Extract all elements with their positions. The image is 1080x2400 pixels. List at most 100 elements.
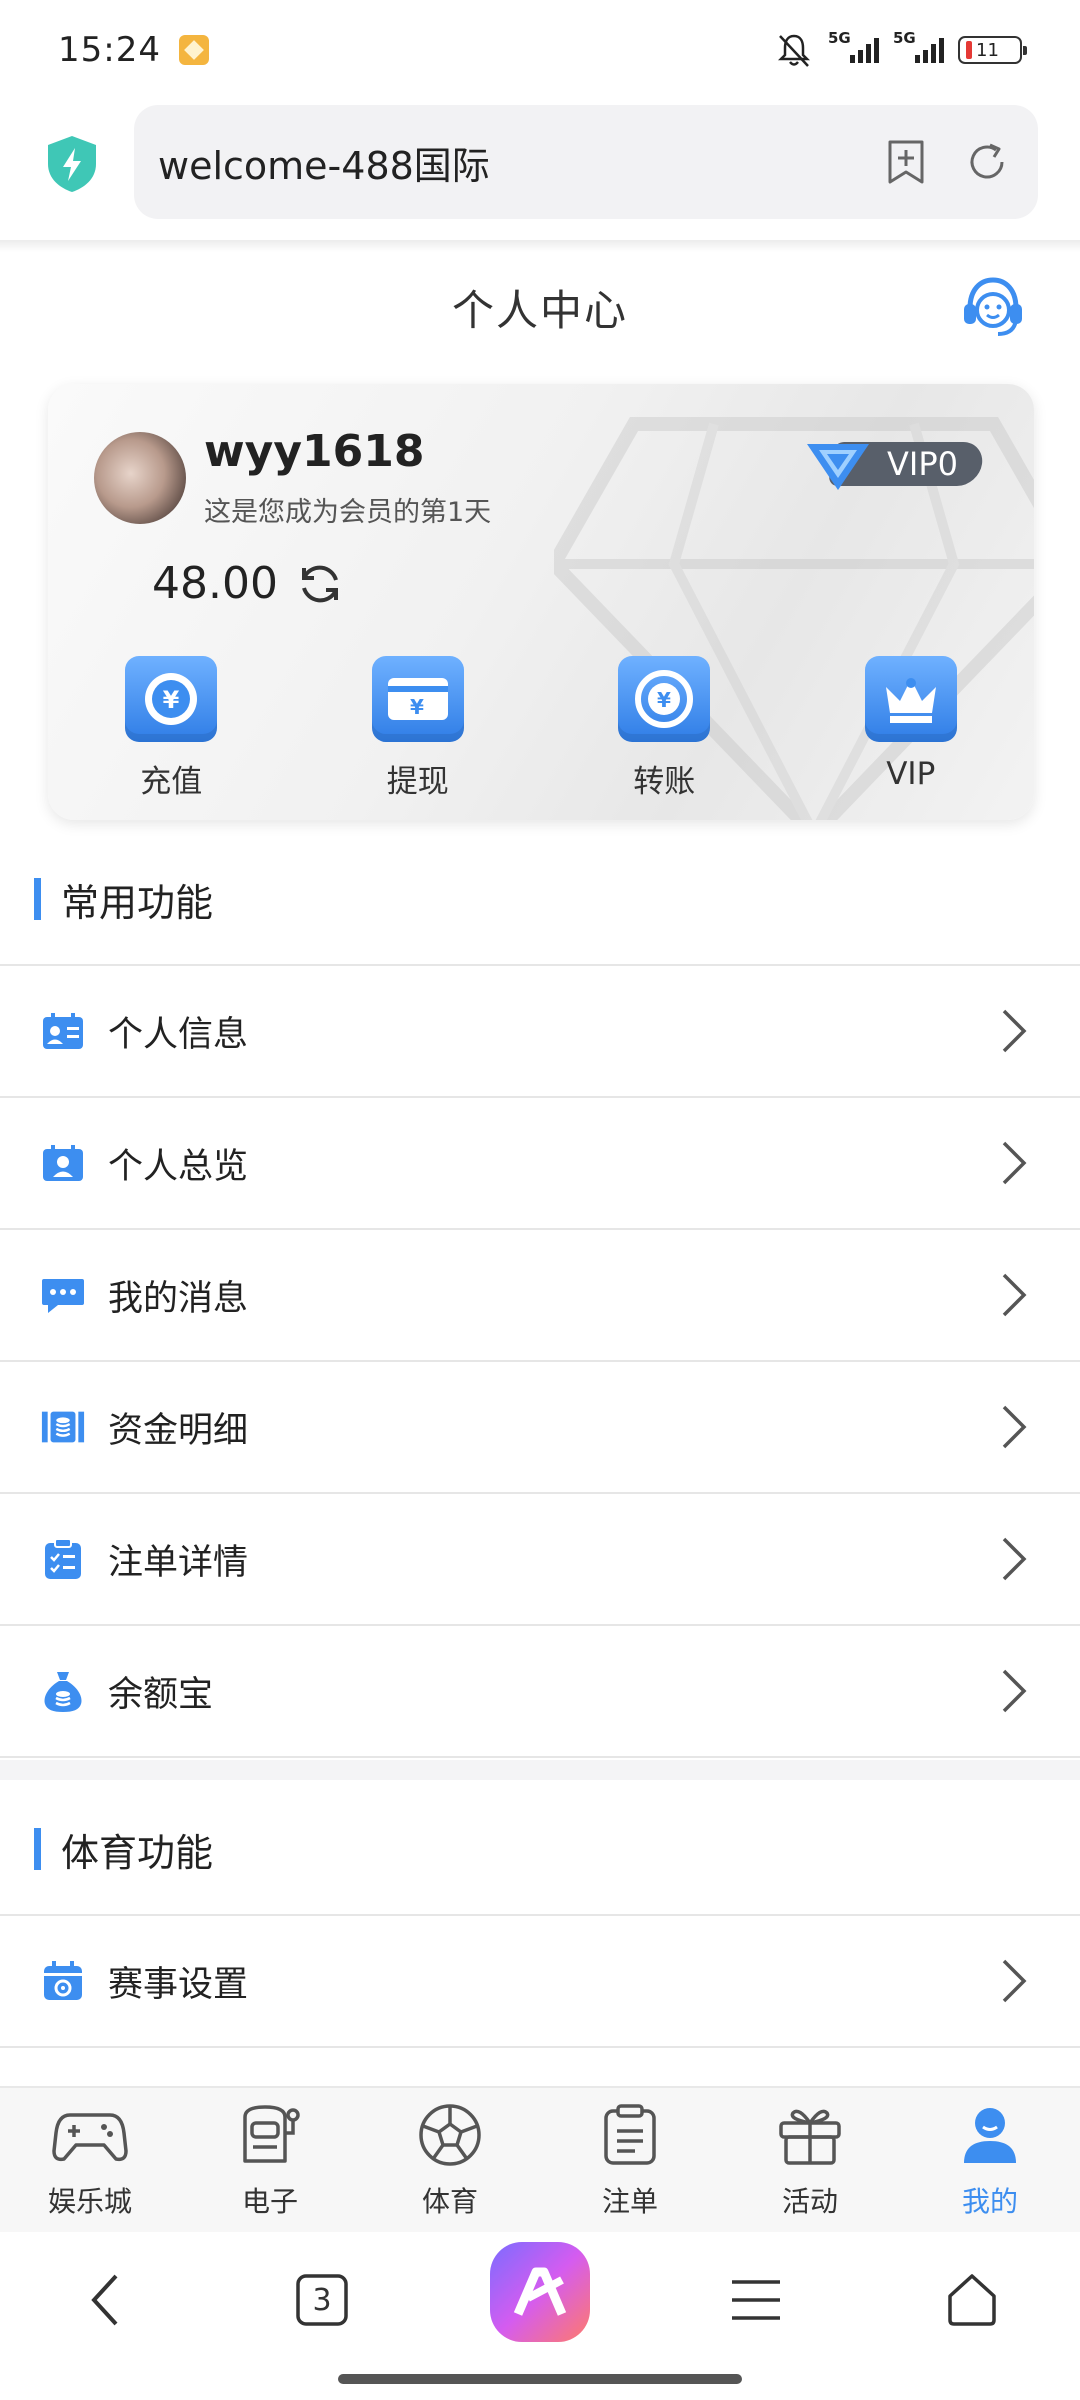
calendar-gear-icon (44, 1961, 82, 2000)
balance-row: 48.00 (152, 558, 344, 609)
tab-label: 体育 (421, 2185, 478, 2218)
back-button[interactable] (56, 2260, 156, 2340)
avatar[interactable] (94, 432, 186, 524)
section-header-sports: 体育功能 (0, 1784, 1080, 1916)
section-accent-bar (34, 878, 41, 920)
home-button[interactable] (922, 2260, 1022, 2340)
tabs-button[interactable]: 3 (272, 2260, 372, 2340)
transfer-label: 转账 (633, 764, 696, 800)
section-title: 常用功能 (61, 880, 214, 925)
menu-label: 资金明细 (108, 1410, 249, 1451)
section-header-common: 常用功能 (0, 834, 1080, 966)
recharge-icon: ¥ (145, 673, 198, 725)
transfer-button[interactable]: ¥ 转账 (541, 656, 788, 801)
svg-text:¥: ¥ (163, 686, 180, 714)
menu-label: 个人总览 (108, 1146, 249, 1187)
home-icon (948, 2274, 996, 2326)
vip-level: VIP0 (887, 445, 958, 483)
profile-overview-icon (43, 1145, 83, 1181)
hamburger-menu-icon (732, 2280, 780, 2320)
tab-count: 3 (312, 2282, 332, 2318)
battery-level: 11 (976, 39, 999, 61)
divider (0, 240, 1080, 252)
member-card: wyy1618 这是您成为会员的第1天 VIP0 48.00 ¥ 充值 ¥ 提现… (48, 384, 1034, 820)
section-accent-bar (34, 1828, 41, 1870)
svg-text:¥: ¥ (410, 695, 424, 719)
tab-sports[interactable]: 体育 (360, 2088, 540, 2232)
refresh-icon[interactable] (964, 139, 1010, 185)
section-divider (0, 1760, 1080, 1780)
menu-label: 赛事设置 (108, 1964, 249, 2005)
status-bar: 15:24 5G 5G 11 (0, 0, 1080, 100)
battery-icon: 11 (958, 36, 1027, 64)
vip-label: VIP (886, 756, 936, 792)
withdraw-icon: ¥ (387, 678, 448, 720)
signal-label: 5G (893, 29, 916, 47)
section-title: 体育功能 (61, 1830, 214, 1875)
system-navigation-bar: 3 (0, 2232, 1080, 2400)
menu-item-personal-overview[interactable]: 个人总览 (0, 1098, 1080, 1230)
bottom-tab-bar: 娱乐城 电子 体育 注单 活动 我的 (0, 2086, 1080, 2232)
menu-item-event-settings[interactable]: 赛事设置 (0, 1916, 1080, 2048)
menu-item-bet-details[interactable]: 注单详情 (0, 1494, 1080, 1626)
menu-item-funds-details[interactable]: 资金明细 (0, 1362, 1080, 1494)
withdraw-label: 提现 (386, 764, 449, 800)
tab-activities[interactable]: 活动 (720, 2088, 900, 2232)
gift-icon (779, 2109, 841, 2165)
funds-icon (41, 1411, 85, 1443)
customer-service-icon[interactable] (958, 272, 1028, 342)
clipboard-list-icon (45, 1538, 81, 1579)
browser-ai-button[interactable] (488, 2240, 592, 2344)
tab-mine[interactable]: 我的 (900, 2088, 1080, 2232)
tab-electronic[interactable]: 电子 (180, 2088, 360, 2232)
username: wyy1618 (204, 426, 425, 477)
tab-label: 我的 (961, 2185, 1018, 2218)
browser-toolbar: welcome-488国际 (0, 100, 1080, 240)
recharge-button[interactable]: ¥ 充值 (48, 656, 295, 801)
menu-label: 我的消息 (108, 1278, 249, 1319)
card-actions: ¥ 充值 ¥ 提现 ¥ 转账 VIP (48, 656, 1034, 801)
refresh-balance-icon[interactable] (296, 560, 344, 608)
tab-casino[interactable]: 娱乐城 (0, 2088, 180, 2232)
mute-icon (777, 34, 811, 67)
url-text[interactable]: welcome-488国际 (158, 135, 490, 190)
chevron-right-icon (1002, 1273, 1027, 1317)
chevron-right-icon (1002, 1405, 1027, 1449)
tab-label: 娱乐城 (47, 2185, 132, 2218)
message-icon (42, 1279, 84, 1313)
status-time: 15:24 (58, 30, 161, 70)
menu-label: 注单详情 (108, 1542, 249, 1583)
menu-item-yuebao[interactable]: 余额宝 (0, 1626, 1080, 1758)
page-title: 个人中心 (451, 285, 628, 335)
gamepad-icon (52, 2113, 128, 2162)
home-indicator[interactable] (338, 2374, 742, 2384)
id-card-icon (43, 1013, 83, 1049)
transfer-icon: ¥ (635, 670, 694, 728)
chevron-right-icon (1002, 1959, 1027, 2003)
tab-bets[interactable]: 注单 (540, 2088, 720, 2232)
menu-item-personal-info[interactable]: 个人信息 (0, 966, 1080, 1098)
slot-machine-icon (243, 2105, 300, 2163)
status-indicators: 5G 5G 11 (774, 29, 1027, 70)
tab-label: 电子 (241, 2185, 298, 2218)
crown-icon (885, 678, 936, 723)
menu-item-my-messages[interactable]: 我的消息 (0, 1230, 1080, 1362)
member-days-text: 这是您成为会员的第1天 (204, 497, 492, 528)
page-header: 个人中心 (0, 252, 1080, 362)
add-bookmark-icon[interactable] (884, 138, 928, 186)
tab-label: 活动 (781, 2185, 838, 2218)
menu-button[interactable] (706, 2260, 806, 2340)
diamond-v-icon (807, 444, 870, 490)
signal-strength-icon: 5G (828, 29, 879, 63)
balance-amount: 48.00 (152, 558, 278, 609)
vip-button[interactable]: VIP (788, 656, 1035, 801)
address-bar[interactable]: welcome-488国际 (134, 105, 1038, 219)
security-shield-icon[interactable] (44, 134, 100, 194)
recharge-label: 充值 (140, 764, 203, 800)
chevron-right-icon (1002, 1141, 1027, 1185)
browser-logo-icon (490, 2242, 590, 2342)
soccer-ball-icon (419, 2104, 481, 2166)
withdraw-button[interactable]: ¥ 提现 (295, 656, 542, 801)
back-arrow-icon (91, 2274, 118, 2326)
vip-badge[interactable]: VIP0 (805, 440, 986, 490)
